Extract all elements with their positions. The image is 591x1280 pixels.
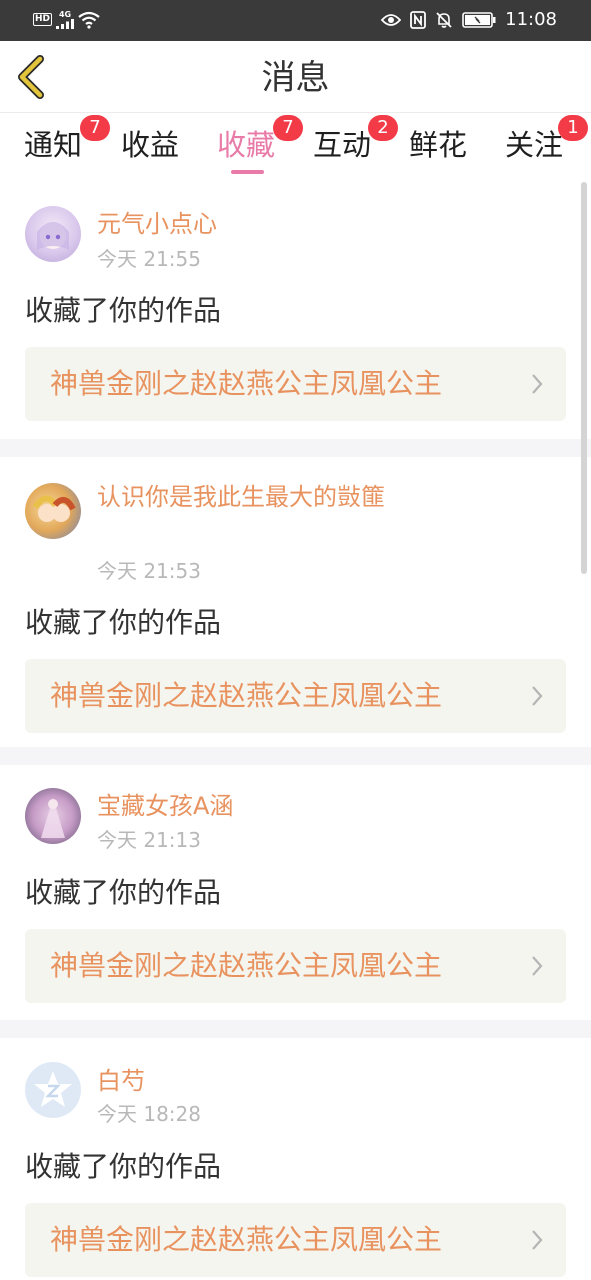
clock: 11:08 (505, 9, 557, 30)
tab-label: 收藏 (217, 128, 276, 162)
action-text: 收藏了你的作品 (25, 606, 222, 639)
tab-label: 关注 (505, 128, 564, 162)
divider (0, 747, 591, 765)
tab-bar: 通知 7 收益 收藏 7 互动 2 鲜花 关注 1 (0, 113, 591, 179)
work-link[interactable]: 神兽金刚之赵赵燕公主凤凰公主 (25, 1203, 566, 1277)
chevron-right-icon (532, 686, 543, 706)
avatar[interactable] (25, 483, 81, 539)
status-left: HD 4G (33, 10, 100, 29)
work-title: 神兽金刚之赵赵燕公主凤凰公主 (50, 1223, 443, 1256)
hd-icon: HD (33, 13, 53, 26)
unread-badge: 7 (80, 115, 110, 141)
tab-flowers[interactable]: 鲜花 (409, 125, 467, 175)
chevron-right-icon (532, 374, 543, 394)
user-name[interactable]: 宝藏女孩A涵 (97, 789, 397, 823)
avatar[interactable] (25, 1062, 81, 1118)
app-header: 消息 (0, 41, 591, 113)
avatar-image (32, 495, 76, 522)
tab-favorites[interactable]: 收藏 7 (217, 115, 303, 175)
timestamp: 今天 18:28 (97, 1102, 201, 1126)
user-name[interactable]: 认识你是我此生最大的敱篚 (97, 480, 397, 514)
chevron-right-icon (532, 1230, 543, 1250)
active-tab-indicator (231, 170, 264, 174)
favorites-feed[interactable]: 元气小点心 今天 21:55 收藏了你的作品 神兽金刚之赵赵燕公主凤凰公主 认识… (0, 179, 591, 1280)
tab-interactions[interactable]: 互动 2 (313, 115, 398, 175)
tab-label: 鲜花 (409, 128, 468, 162)
wifi-icon (78, 11, 100, 29)
list-item: 宝藏女孩A涵 今天 21:13 收藏了你的作品 神兽金刚之赵赵燕公主凤凰公主 (0, 765, 591, 1020)
timestamp: 今天 21:55 (97, 247, 201, 271)
list-item: 认识你是我此生最大的敱篚 今天 21:53 收藏了你的作品 神兽金刚之赵赵燕公主… (0, 457, 591, 747)
action-text: 收藏了你的作品 (25, 876, 222, 909)
tab-earnings[interactable]: 收益 (121, 125, 179, 175)
mute-icon (436, 12, 452, 28)
list-item: 白芍 今天 18:28 收藏了你的作品 神兽金刚之赵赵燕公主凤凰公主 (0, 1038, 591, 1280)
unread-badge: 1 (558, 115, 588, 141)
unread-badge: 7 (273, 115, 303, 141)
tab-label: 通知 (24, 128, 83, 162)
avatar[interactable] (25, 206, 81, 262)
tab-label: 收益 (121, 128, 180, 162)
status-right: 11:08 (381, 8, 557, 32)
divider (0, 1020, 591, 1038)
avatar[interactable] (25, 788, 81, 844)
battery-icon (462, 12, 496, 28)
scrollbar[interactable] (581, 182, 587, 574)
network-type: 4G (58, 10, 72, 19)
nfc-icon (410, 11, 427, 29)
page-title: 消息 (261, 58, 330, 98)
timestamp: 今天 21:13 (97, 828, 201, 852)
work-link[interactable]: 神兽金刚之赵赵燕公主凤凰公主 (25, 347, 566, 421)
default-avatar-icon (34, 1071, 72, 1107)
tab-following[interactable]: 关注 1 (505, 115, 588, 175)
timestamp: 今天 21:53 (97, 559, 201, 583)
status-bar: HD 4G 11:08 (0, 0, 591, 41)
avatar-image (41, 798, 65, 838)
work-link[interactable]: 神兽金刚之赵赵燕公主凤凰公主 (25, 659, 566, 733)
user-name[interactable]: 白芍 (97, 1064, 397, 1098)
work-link[interactable]: 神兽金刚之赵赵燕公主凤凰公主 (25, 929, 566, 1003)
work-title: 神兽金刚之赵赵燕公主凤凰公主 (50, 367, 443, 400)
work-title: 神兽金刚之赵赵燕公主凤凰公主 (50, 679, 443, 712)
action-text: 收藏了你的作品 (25, 1150, 222, 1183)
list-item: 元气小点心 今天 21:55 收藏了你的作品 神兽金刚之赵赵燕公主凤凰公主 (0, 179, 591, 439)
tab-label: 互动 (313, 128, 372, 162)
avatar-image (37, 222, 69, 250)
action-text: 收藏了你的作品 (25, 294, 222, 327)
work-title: 神兽金刚之赵赵燕公主凤凰公主 (50, 949, 443, 982)
user-name[interactable]: 元气小点心 (97, 207, 397, 241)
signal-icon: 4G (56, 10, 75, 29)
tab-notifications[interactable]: 通知 7 (24, 115, 110, 175)
divider (0, 439, 591, 457)
eye-icon (381, 14, 402, 26)
chevron-right-icon (532, 956, 543, 976)
unread-badge: 2 (368, 115, 398, 141)
